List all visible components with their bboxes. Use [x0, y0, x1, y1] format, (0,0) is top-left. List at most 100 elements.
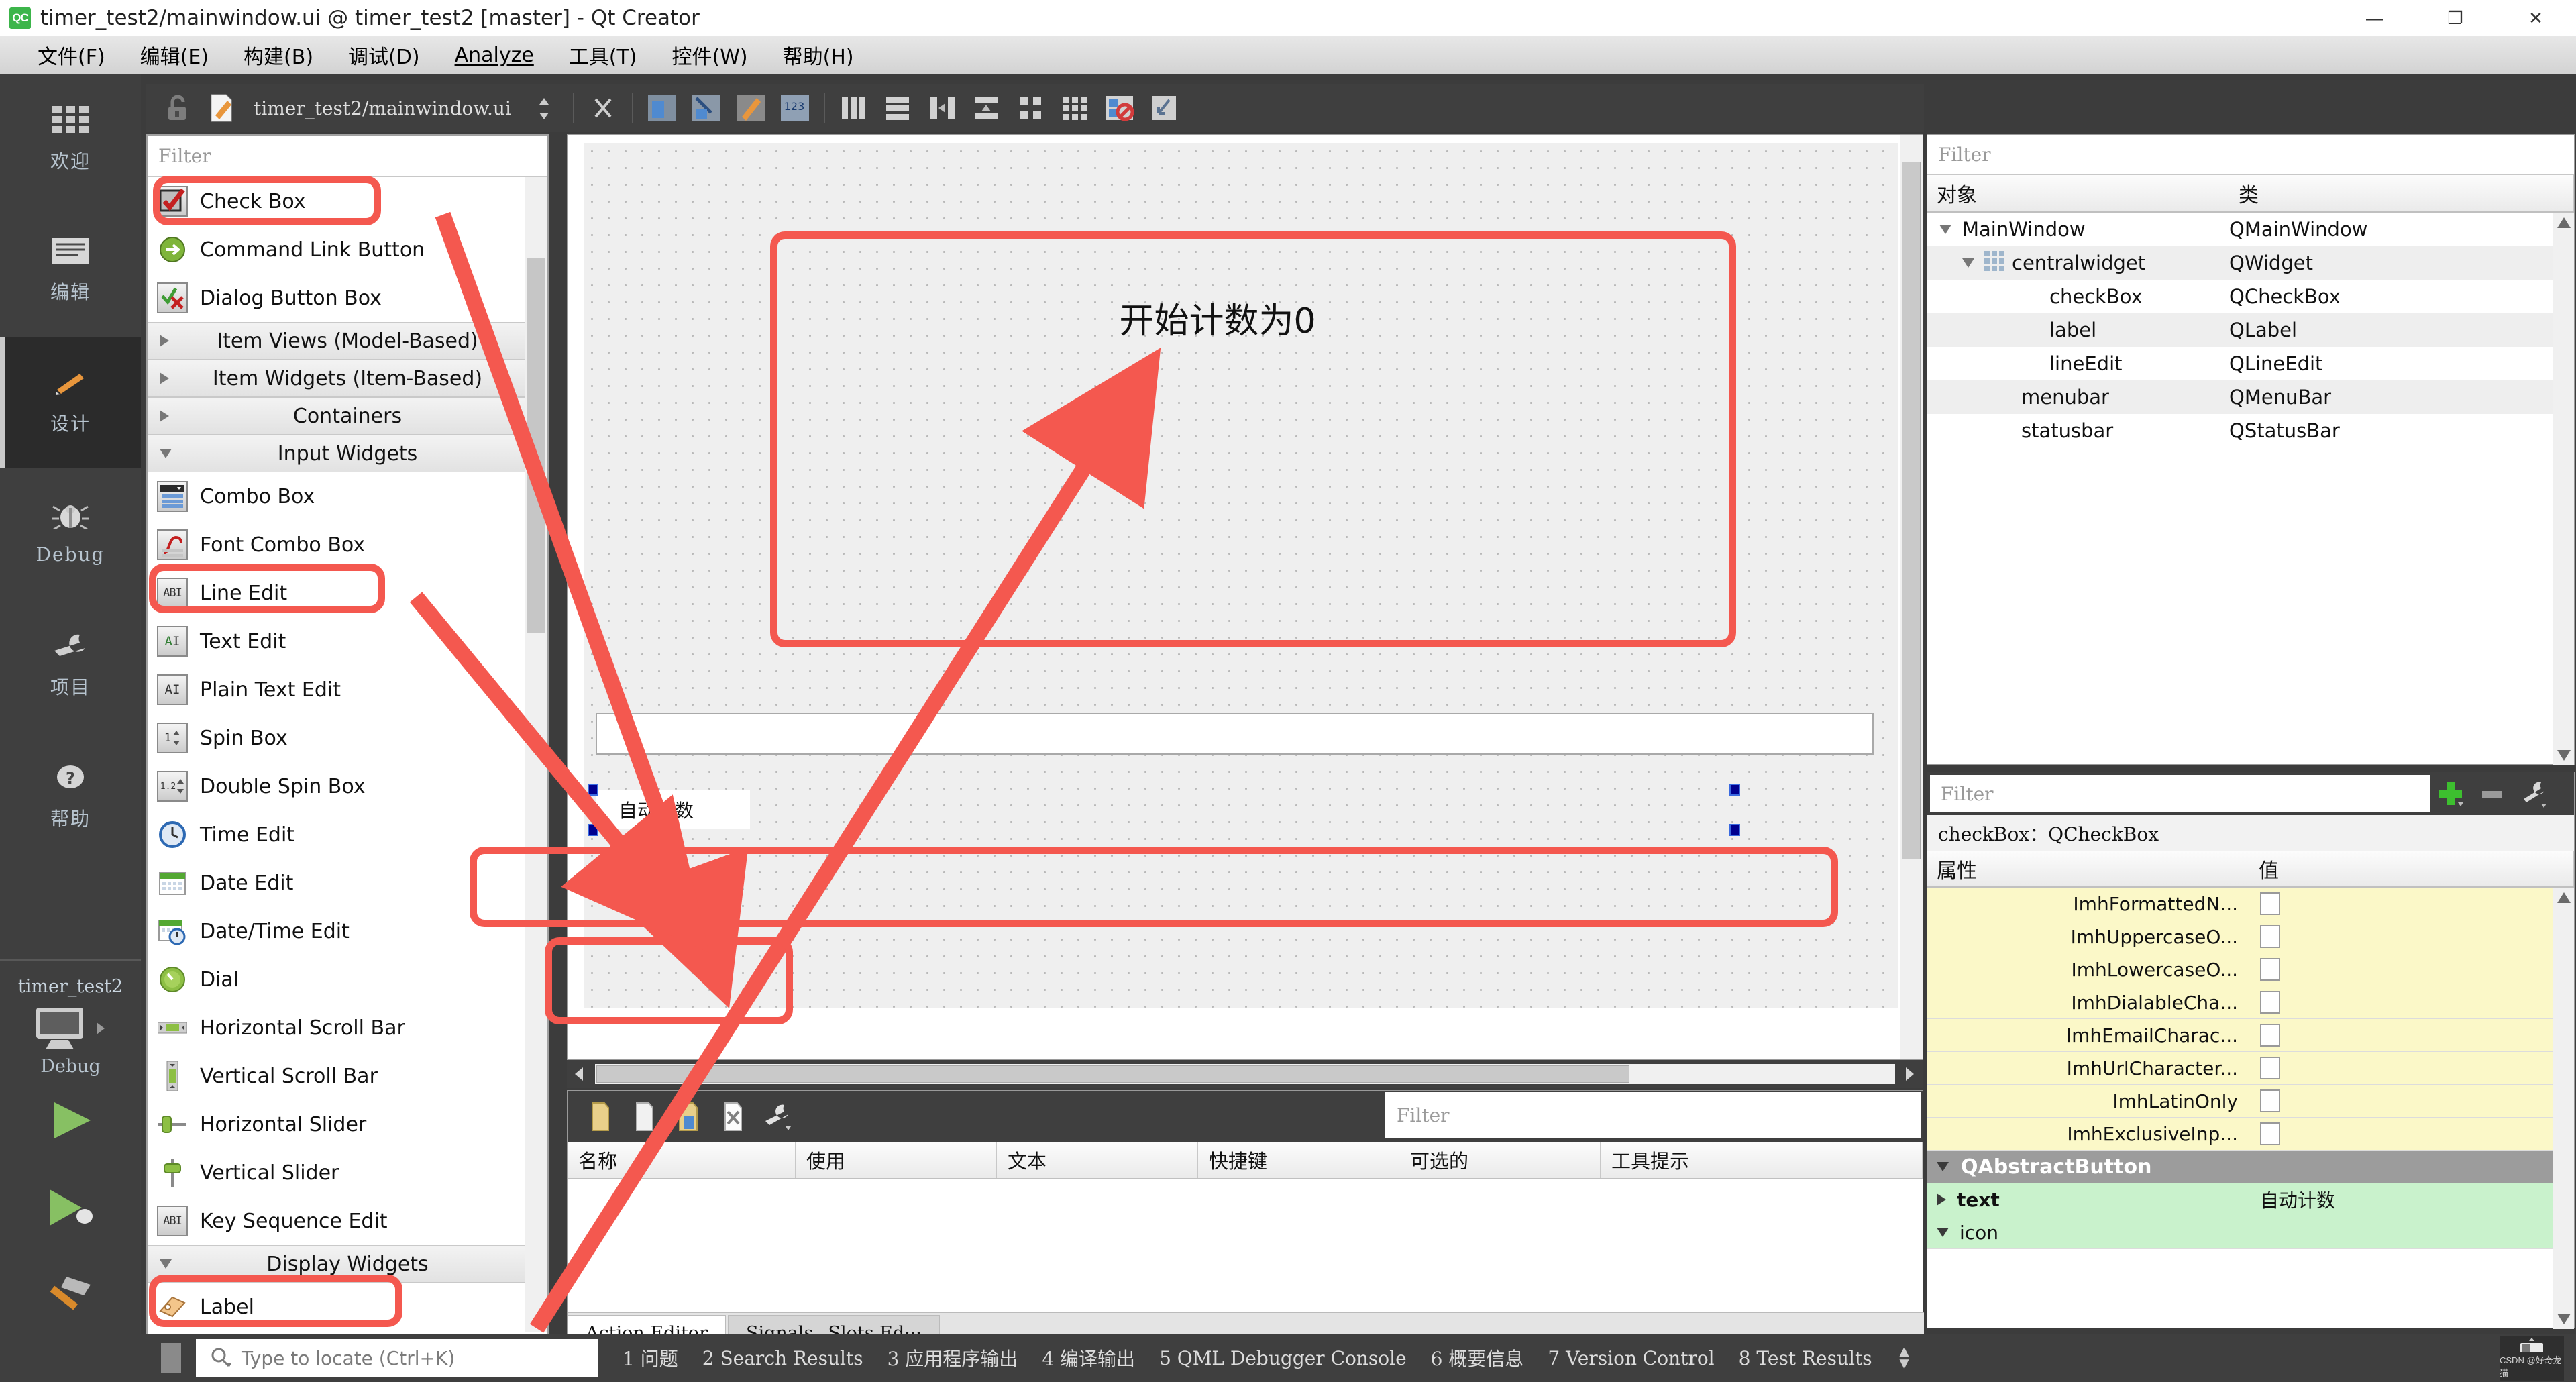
chevron-down-icon[interactable]	[1937, 1228, 1949, 1237]
property-value[interactable]	[2249, 958, 2574, 981]
form-canvas[interactable]: 开始计数为0 自动计数	[567, 134, 1923, 1060]
output-tab-application-output[interactable]: 3 应用程序输出	[888, 1344, 1018, 1371]
configure-action-icon[interactable]	[756, 1098, 796, 1135]
widget-box-scroll-thumb[interactable]	[527, 258, 545, 633]
form-lineedit-widget[interactable]	[596, 713, 1874, 755]
output-tab-qml-debugger-console[interactable]: 5 QML Debugger Console	[1159, 1347, 1407, 1369]
property-group-header[interactable]: QAbstractButton	[1927, 1151, 2574, 1183]
menu-tools[interactable]: 工具(T)	[551, 36, 655, 74]
widget-item-dial[interactable]: Dial	[148, 955, 547, 1004]
property-value[interactable]	[2249, 1057, 2574, 1079]
canvas-vertical-scrollbar[interactable]	[1900, 135, 1923, 1059]
remove-property-button[interactable]	[2471, 773, 2513, 814]
property-checkbox[interactable]	[2260, 991, 2280, 1014]
run-button[interactable]	[0, 1077, 141, 1164]
edit-file-icon[interactable]	[201, 89, 241, 127]
chevron-down-icon[interactable]: ▼	[1896, 1356, 1913, 1372]
property-value[interactable]: 自动计数	[2249, 1186, 2574, 1213]
output-pane-updown-buttons[interactable]: ▲ ▼	[1896, 1344, 1913, 1372]
property-filter-input[interactable]: Filter	[1930, 775, 2430, 812]
property-value[interactable]	[2249, 892, 2574, 915]
mode-help[interactable]: ? 帮助	[0, 731, 141, 863]
property-checkbox[interactable]	[2260, 1024, 2280, 1047]
table-row[interactable]: statusbar QStatusBar	[1927, 414, 2574, 447]
mode-welcome[interactable]: 欢迎	[0, 74, 141, 205]
table-row[interactable]: ImhEmailCharac...	[1927, 1019, 2574, 1052]
table-row[interactable]: ImhExclusiveInp...	[1927, 1118, 2574, 1151]
edit-signals-slots-icon[interactable]	[686, 89, 727, 127]
edit-taborder-icon[interactable]: 123	[775, 89, 815, 127]
widget-item-plain-text-edit[interactable]: AI Plain Text Edit	[148, 666, 547, 714]
close-button[interactable]: ✕	[2496, 0, 2576, 36]
property-value[interactable]	[2249, 991, 2574, 1014]
widget-item-spin-box[interactable]: 1 Spin Box	[148, 714, 547, 762]
add-property-button[interactable]	[2430, 773, 2471, 814]
minimize-button[interactable]: —	[2334, 0, 2415, 36]
configure-property-button[interactable]	[2513, 773, 2555, 814]
widget-item-font-combo-box[interactable]: Font Combo Box	[148, 521, 547, 569]
output-tab-general-messages[interactable]: 6 概要信息	[1431, 1344, 1524, 1371]
widget-category-item-views[interactable]: Item Views (Model-Based)	[148, 322, 547, 360]
table-row[interactable]: ImhDialableCha...	[1927, 986, 2574, 1019]
edit-buddies-icon[interactable]	[731, 89, 771, 127]
menu-edit[interactable]: 编辑(E)	[123, 36, 226, 74]
table-row[interactable]: ImhFormattedN...	[1927, 888, 2574, 920]
menu-file[interactable]: 文件(F)	[20, 36, 123, 74]
mode-projects[interactable]: 项目	[0, 600, 141, 731]
layout-splitter-vertical-icon[interactable]	[967, 89, 1007, 127]
canvas-hscroll-thumb[interactable]	[596, 1065, 1629, 1083]
kit-selector[interactable]: timer_test2 Debug	[0, 959, 141, 1382]
table-row[interactable]: MainWindow QMainWindow	[1927, 213, 2574, 246]
adjust-size-icon[interactable]	[1144, 89, 1184, 127]
table-row[interactable]: menubar QMenuBar	[1927, 380, 2574, 414]
delete-action-icon[interactable]	[712, 1098, 752, 1135]
new-action-icon[interactable]	[579, 1098, 619, 1135]
sidebar-toggle-icon[interactable]	[161, 1343, 181, 1373]
layout-grid-icon[interactable]	[1055, 89, 1095, 127]
property-editor-scrollbar[interactable]	[2553, 888, 2574, 1329]
property-value[interactable]	[2249, 1122, 2574, 1145]
table-row[interactable]: centralwidget QWidget	[1927, 246, 2574, 280]
widget-category-item-widgets[interactable]: Item Widgets (Item-Based)	[148, 360, 547, 397]
table-row[interactable]: ImhUppercaseO...	[1927, 920, 2574, 953]
locator-input[interactable]: Type to locate (Ctrl+K)	[196, 1339, 598, 1377]
widget-item-line-edit[interactable]: ABI Line Edit	[148, 569, 547, 617]
form-checkbox-widget[interactable]: 自动计数	[588, 784, 1740, 836]
layout-splitter-horizontal-icon[interactable]	[922, 89, 963, 127]
widget-box-scrollbar[interactable]	[525, 177, 547, 1332]
table-row[interactable]: ImhLowercaseO...	[1927, 953, 2574, 986]
break-layout-icon[interactable]	[1099, 89, 1140, 127]
widget-item-horizontal-slider[interactable]: Horizontal Slider	[148, 1100, 547, 1149]
property-checkbox[interactable]	[2260, 1089, 2280, 1112]
widget-item-horizontal-scroll-bar[interactable]: Horizontal Scroll Bar	[148, 1004, 547, 1052]
property-checkbox[interactable]	[2260, 925, 2280, 948]
form-label-widget[interactable]: 开始计数为0	[785, 207, 1650, 428]
widget-item-command-link-button[interactable]: Command Link Button	[148, 225, 547, 274]
mainwindow-form-preview[interactable]: 开始计数为0 自动计数	[584, 143, 1898, 1008]
selection-handle[interactable]	[588, 824, 598, 836]
selection-handle[interactable]	[588, 784, 598, 796]
widget-category-input-widgets[interactable]: Input Widgets	[148, 435, 547, 472]
selection-handle[interactable]	[1729, 784, 1740, 796]
output-tab-compile-output[interactable]: 4 编译输出	[1042, 1344, 1135, 1371]
property-value[interactable]	[2249, 925, 2574, 948]
menu-analyze[interactable]: Analyze	[437, 40, 551, 71]
build-button[interactable]	[0, 1251, 141, 1338]
mode-design[interactable]: 设计	[0, 337, 141, 468]
widget-item-combo-box[interactable]: Combo Box	[148, 472, 547, 521]
table-row[interactable]: lineEdit QLineEdit	[1927, 347, 2574, 380]
canvas-horizontal-scrollbar[interactable]	[567, 1060, 1923, 1088]
property-checkbox[interactable]	[2260, 1057, 2280, 1079]
object-inspector-filter-input[interactable]: Filter	[1927, 135, 2574, 175]
table-row[interactable]: checkBox QCheckBox	[1927, 280, 2574, 313]
property-checkbox[interactable]	[2260, 1122, 2280, 1145]
chevron-down-icon[interactable]	[1962, 258, 1974, 268]
widget-item-date-time-edit[interactable]: Date/Time Edit	[148, 907, 547, 955]
widget-item-time-edit[interactable]: Time Edit	[148, 810, 547, 859]
selection-handle[interactable]	[1729, 824, 1740, 836]
mode-edit[interactable]: 编辑	[0, 205, 141, 337]
maximize-button[interactable]: ❐	[2415, 0, 2496, 36]
action-editor-filter-input[interactable]: Filter	[1385, 1092, 1921, 1138]
property-checkbox[interactable]	[2260, 958, 2280, 981]
layout-vertical-icon[interactable]	[878, 89, 918, 127]
